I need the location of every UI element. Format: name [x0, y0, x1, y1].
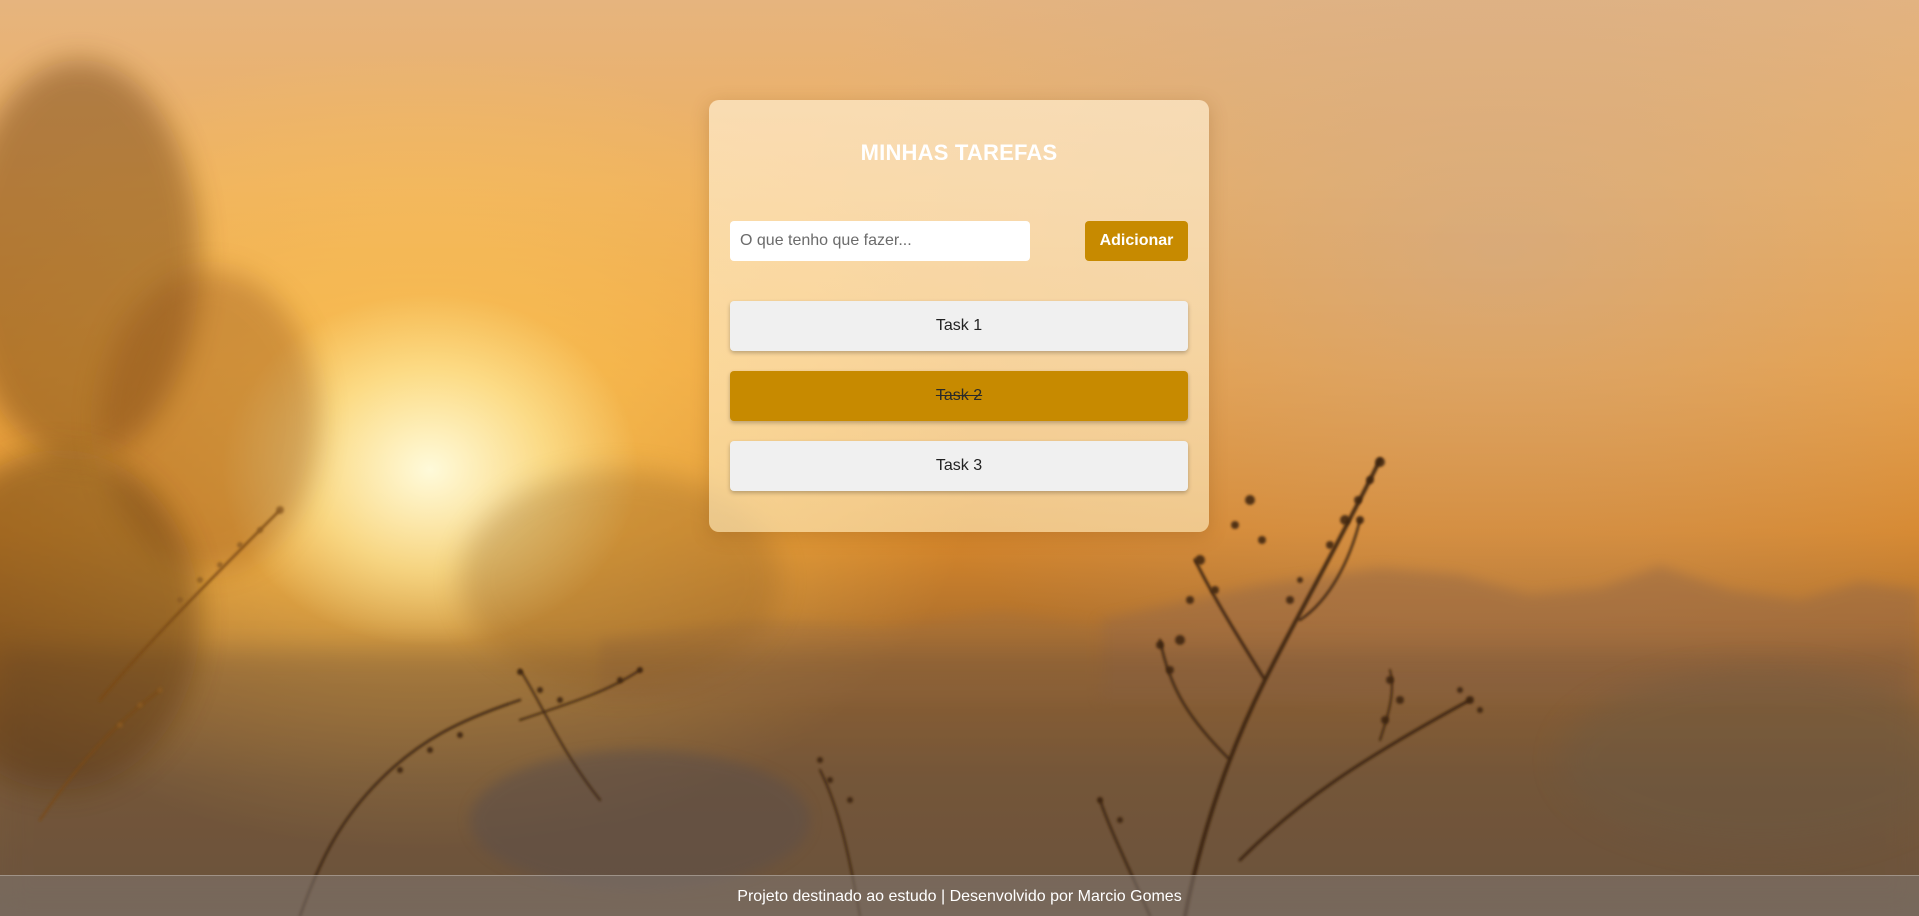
task-input[interactable]: [730, 221, 1030, 261]
page-title: MINHAS TAREFAS: [860, 140, 1058, 165]
todo-card: MINHAS TAREFAS Adicionar Task 1 Task 2 T…: [709, 100, 1209, 532]
task-list: Task 1 Task 2 Task 3: [730, 301, 1188, 511]
footer: Projeto destinado ao estudo | Desenvolvi…: [0, 875, 1919, 916]
task-item[interactable]: Task 3: [730, 441, 1188, 491]
add-task-button[interactable]: Adicionar: [1085, 221, 1188, 261]
page: MINHAS TAREFAS Adicionar Task 1 Task 2 T…: [0, 0, 1919, 916]
footer-text: Projeto destinado ao estudo | Desenvolvi…: [737, 887, 1182, 905]
task-item[interactable]: Task 1: [730, 301, 1188, 351]
task-item-done[interactable]: Task 2: [730, 371, 1188, 421]
